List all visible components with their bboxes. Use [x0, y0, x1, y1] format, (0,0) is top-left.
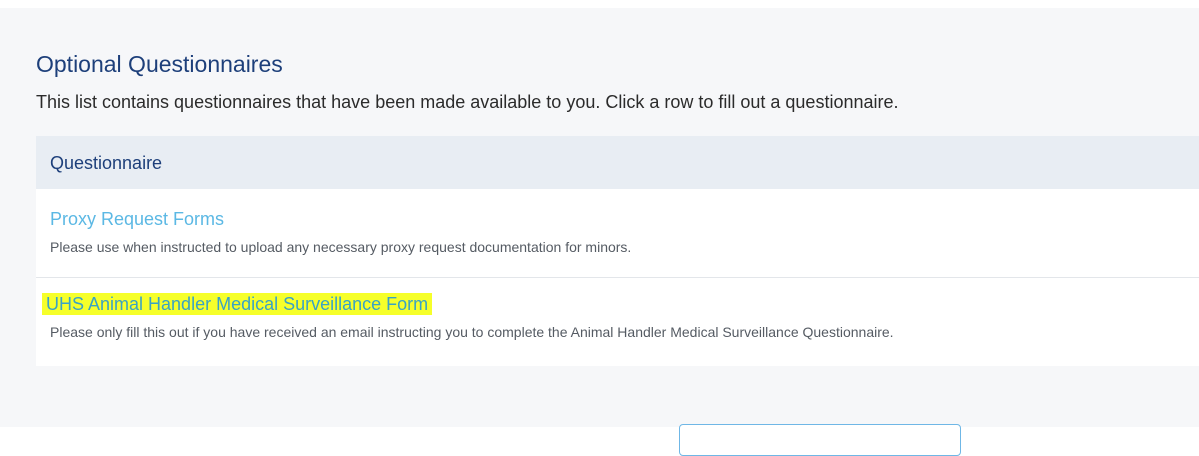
bottom-button-partial[interactable] [679, 424, 961, 456]
column-header-questionnaire: Questionnaire [50, 153, 163, 173]
questionnaire-panel: Optional Questionnaires This list contai… [0, 8, 1199, 456]
row-description: Please only fill this out if you have re… [50, 324, 894, 340]
section-title: Optional Questionnaires [36, 51, 283, 77]
table-header: Questionnaire [36, 136, 1199, 189]
row-title[interactable]: UHS Animal Handler Medical Surveillance … [42, 293, 433, 315]
section-description: This list contains questionnaires that h… [36, 92, 899, 112]
row-description: Please use when instructed to upload any… [50, 239, 632, 255]
top-strip [0, 0, 1199, 8]
table-row-proxy-request-forms[interactable]: Proxy Request Forms Please use when inst… [36, 189, 1199, 277]
row-title[interactable]: Proxy Request Forms [50, 209, 224, 230]
questionnaire-table: Questionnaire Proxy Request Forms Please… [36, 136, 1199, 366]
table-row-animal-handler-form[interactable]: UHS Animal Handler Medical Surveillance … [36, 277, 1199, 366]
